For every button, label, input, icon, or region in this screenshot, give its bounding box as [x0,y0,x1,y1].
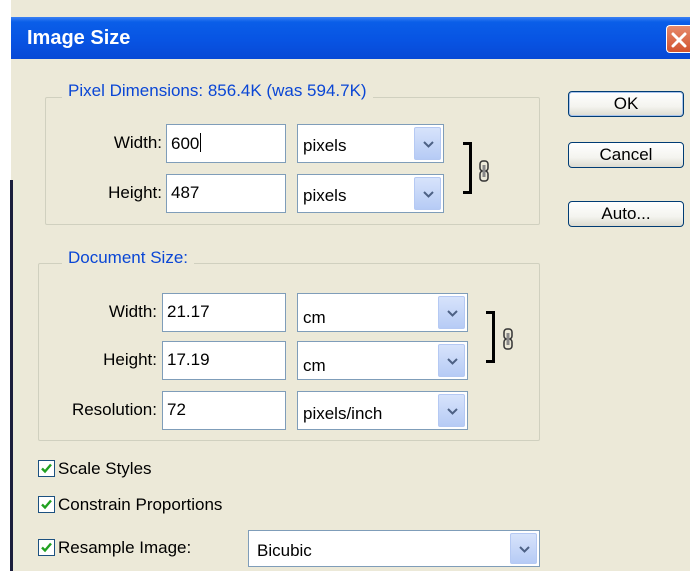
resample-method-select[interactable]: Bicubic [248,530,540,567]
pixel-width-unit-select[interactable]: pixels [297,124,444,163]
pixel-height-unit-value: pixels [303,186,347,205]
dropdown-button[interactable] [510,533,537,564]
resolution-label: Resolution: [71,400,157,419]
chevron-down-icon [447,408,458,415]
scale-styles-label: Scale Styles [58,459,152,478]
resolution-input[interactable]: 72 [162,391,286,430]
chain-link-icon[interactable] [478,160,490,182]
pixel-width-value: 600 [171,134,200,153]
resolution-value: 72 [167,400,186,419]
constrain-proportions-label: Constrain Proportions [58,495,223,514]
ok-button[interactable]: OK [568,91,684,117]
doc-height-input[interactable]: 17.19 [162,341,286,380]
resolution-unit-value: pixels/inch [303,404,383,423]
dialog-title: Image Size [27,27,131,49]
chevron-down-icon [423,191,434,198]
cancel-button[interactable]: Cancel [568,142,684,168]
close-icon [671,32,687,48]
constrain-proportions-checkbox[interactable] [38,496,55,513]
resample-image-label: Resample Image: [58,538,192,557]
doc-width-label: Width: [108,302,157,321]
dialog-top-edge [11,10,690,17]
title-bar[interactable]: Image Size [11,17,690,59]
background-left-shadow [10,180,13,571]
auto-button[interactable]: Auto... [568,201,684,227]
document-size-legend: Document Size: [62,248,194,268]
doc-width-unit-value: cm [303,308,326,327]
checkmark-icon [41,463,52,474]
chain-link-icon[interactable] [502,328,514,350]
dropdown-button[interactable] [414,177,441,210]
constrain-bracket [463,142,472,194]
doc-width-input[interactable]: 21.17 [162,293,286,332]
dropdown-button[interactable] [438,344,465,377]
pixel-width-input[interactable]: 600 [166,124,286,163]
pixel-height-unit-select[interactable]: pixels [297,174,444,213]
scale-styles-checkbox[interactable] [38,460,55,477]
chevron-down-icon [519,546,530,553]
doc-height-value: 17.19 [167,350,210,369]
pixel-width-label: Width: [113,133,162,152]
checkmark-icon [41,499,52,510]
doc-width-unit-select[interactable]: cm [297,293,468,332]
checkmark-icon [41,542,52,553]
pixel-height-input[interactable]: 487 [166,174,286,213]
doc-height-label: Height: [103,350,157,369]
dropdown-button[interactable] [438,296,465,329]
doc-width-value: 21.17 [167,302,210,321]
resample-method-value: Bicubic [257,541,312,560]
dropdown-button[interactable] [414,127,441,160]
resolution-unit-select[interactable]: pixels/inch [297,391,468,430]
pixel-height-value: 487 [171,183,200,202]
chevron-down-icon [447,310,458,317]
doc-height-unit-value: cm [303,356,326,375]
dropdown-button[interactable] [438,394,465,427]
pixel-dimensions-legend: Pixel Dimensions: 856.4K (was 594.7K) [62,81,373,101]
doc-height-unit-select[interactable]: cm [297,341,468,380]
text-caret [200,133,202,152]
resample-image-checkbox[interactable] [38,539,55,556]
chevron-down-icon [447,358,458,365]
chevron-down-icon [423,141,434,148]
close-button[interactable] [666,25,690,53]
pixel-height-label: Height: [108,183,162,202]
pixel-width-unit-value: pixels [303,136,347,155]
doc-constrain-bracket [486,311,495,363]
